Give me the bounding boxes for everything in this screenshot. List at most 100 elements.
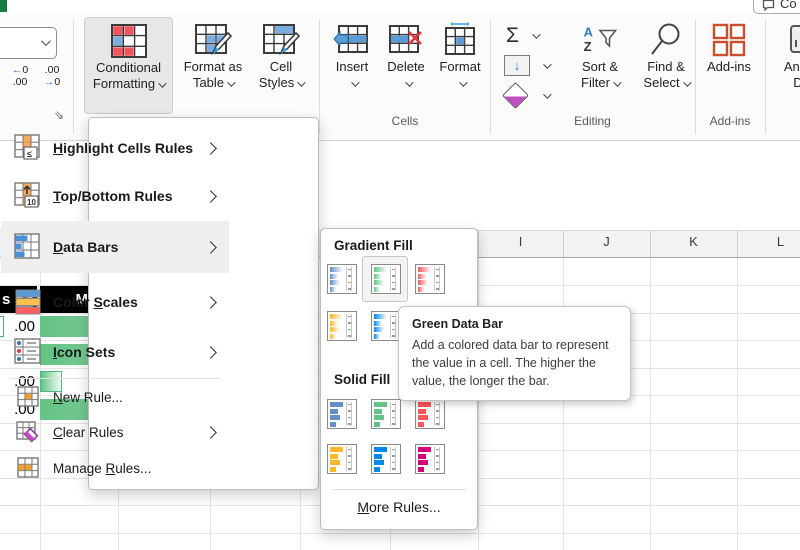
sigma-icon: Σ	[506, 24, 519, 48]
solid-fill-swatch-light-blue[interactable]	[371, 444, 401, 474]
column-header-L[interactable]: L	[737, 234, 800, 254]
label-key: M	[357, 499, 369, 515]
chevron-down-icon	[41, 36, 51, 46]
submenu-arrow-icon	[204, 241, 217, 254]
column-header-K[interactable]: K	[650, 234, 737, 254]
digit: 0	[54, 76, 60, 88]
svg-text:10: 10	[27, 198, 36, 207]
button-label-line2: Table	[193, 75, 224, 90]
blue-arrow-left: ←	[12, 64, 23, 76]
top-bottom-rules-icon: 10	[13, 182, 43, 210]
decimals: .00	[37, 64, 67, 76]
label-post: ighlight Cells Rules	[63, 140, 193, 156]
button-label-line2: Data	[793, 75, 800, 91]
excel-logo-fragment	[0, 0, 7, 12]
column-header-I[interactable]: I	[478, 234, 563, 254]
add-ins-icon	[710, 21, 748, 59]
submenu-arrow-icon	[204, 296, 217, 309]
label-key: C	[53, 425, 63, 440]
number-format-combobox[interactable]	[0, 27, 57, 59]
label-key: T	[53, 188, 61, 204]
menu-item-top-bottom-rules[interactable]: 10 Top/Bottom Rules	[1, 173, 229, 219]
menu-item-data-bars[interactable]: Data Bars	[1, 221, 229, 273]
decrease-decimal-button[interactable]: .00 →0	[37, 64, 67, 94]
delete-button[interactable]: Delete	[380, 17, 432, 87]
label-pre: Color	[53, 294, 93, 310]
label-key: S	[93, 294, 102, 310]
insert-button[interactable]: Insert	[326, 17, 378, 87]
format-as-table-button[interactable]: Format as Table	[178, 17, 248, 91]
button-label-line1: Analyze	[784, 59, 800, 75]
format-cells-icon	[441, 21, 479, 59]
label-post: ules...	[115, 461, 151, 476]
cells-group-label: Cells	[320, 114, 490, 130]
label-post: lear Rules	[63, 425, 124, 440]
svg-text:Z: Z	[584, 39, 592, 54]
solid-fill-swatch-green[interactable]	[371, 399, 401, 429]
chevron-down-icon	[683, 78, 691, 86]
button-label-line2: Formatting	[93, 76, 155, 91]
chevron-down-icon	[158, 79, 166, 87]
analyze-data-button[interactable]: Analyze Data	[772, 17, 800, 91]
menu-item-new-rule[interactable]: New Rule...	[1, 381, 229, 413]
dialog-launcher-icon[interactable]: ⇘	[52, 108, 66, 122]
tooltip-body: Add a colored data bar to represent the …	[412, 337, 617, 390]
manage-rules-icon	[13, 457, 43, 479]
label-post: ew Rule...	[63, 390, 123, 405]
clear-rules-icon	[13, 420, 43, 444]
submenu-separator	[332, 489, 466, 490]
clear-button[interactable]	[506, 86, 549, 105]
column-header-J[interactable]: J	[563, 234, 650, 254]
button-label-line2: Styles	[259, 75, 294, 90]
find-select-button[interactable]: Find & Select	[637, 17, 695, 91]
label-post: op/Bottom Rules	[61, 188, 173, 204]
solid-fill-swatch-orange[interactable]	[327, 444, 357, 474]
autosum-button[interactable]: Σ	[506, 24, 538, 48]
solid-fill-swatch-blue[interactable]	[327, 399, 357, 429]
label-post: con Sets	[57, 344, 115, 360]
gradient-fill-swatch-red[interactable]	[415, 264, 445, 294]
more-rules-item[interactable]: More Rules...	[320, 499, 478, 515]
menu-separator	[10, 378, 220, 379]
delete-cells-icon	[387, 21, 425, 59]
sort-filter-button[interactable]: A Z Sort & Filter	[563, 17, 637, 91]
menu-item-icon-sets[interactable]: Icon Sets	[1, 329, 229, 375]
solid-fill-swatch-red[interactable]	[415, 399, 445, 429]
button-label-line1: Cell	[270, 59, 292, 75]
gradient-fill-swatch-orange[interactable]	[327, 311, 357, 341]
label-post: ata Bars	[63, 239, 118, 255]
chevron-down-icon	[351, 78, 359, 86]
comments-button[interactable]: Co	[753, 0, 800, 14]
menu-item-manage-rules[interactable]: Manage Rules...	[1, 451, 229, 485]
format-button[interactable]: Format	[432, 17, 488, 87]
button-label-line1: Sort &	[582, 59, 618, 75]
grid-line-horizontal	[0, 533, 800, 534]
insert-cells-icon	[333, 21, 371, 59]
title-strip	[0, 0, 800, 16]
gradient-fill-swatch-light-blue[interactable]	[371, 311, 401, 341]
label-post: ore Rules...	[369, 499, 441, 515]
icon-sets-icon	[13, 338, 43, 366]
menu-item-highlight-cells-rules[interactable]: ≤ Highlight Cells Rules	[1, 125, 229, 171]
grid-line-vertical	[737, 258, 738, 550]
menu-item-color-scales[interactable]: Color Scales	[1, 277, 229, 327]
conditional-formatting-button[interactable]: Conditional Formatting	[84, 17, 173, 114]
button-label-line2: Select	[643, 75, 679, 90]
gradient-fill-heading: Gradient Fill	[334, 238, 413, 253]
svg-text:A: A	[584, 25, 593, 40]
label-key: R	[106, 461, 116, 476]
fill-button[interactable]: ↓	[504, 55, 549, 76]
increase-decimal-button[interactable]: ←0 .00	[5, 64, 35, 94]
solid-fill-swatch-purple[interactable]	[415, 444, 445, 474]
grid-line-vertical	[563, 258, 564, 550]
add-ins-button[interactable]: Add-ins	[698, 17, 760, 75]
editing-group-label: Editing	[490, 114, 695, 130]
gradient-fill-swatch-green[interactable]	[371, 264, 401, 294]
cell-styles-button[interactable]: Cell Styles	[248, 17, 314, 91]
button-label-line1: Conditional	[96, 60, 161, 76]
eraser-icon	[502, 82, 529, 109]
decimals: .00	[5, 76, 35, 88]
color-scales-icon	[13, 288, 43, 316]
menu-item-clear-rules[interactable]: Clear Rules	[1, 415, 229, 449]
gradient-fill-swatch-blue[interactable]	[327, 264, 357, 294]
